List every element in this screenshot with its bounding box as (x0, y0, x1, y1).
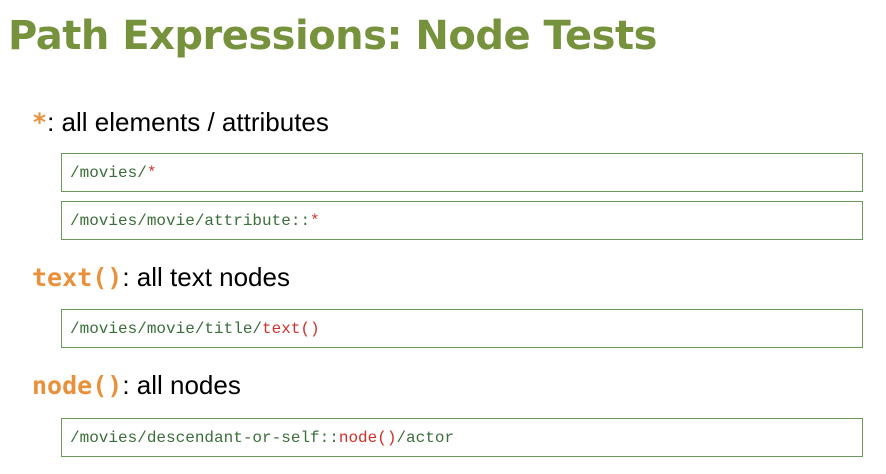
code-highlight: * (310, 211, 320, 230)
code-example-box: /movies/descendant-or-self:: node()/actor (61, 418, 863, 457)
code-example-box: /movies/movie/attribute:: * (61, 201, 863, 240)
section-heading-text: text(): all text nodes (32, 260, 290, 295)
heading-description: all nodes (129, 370, 241, 400)
code-highlight: text() (262, 319, 320, 338)
code-suffix: /actor (396, 428, 455, 447)
code-example-box: /movies/movie/title/text() (61, 309, 863, 348)
heading-separator: : (122, 370, 130, 400)
code-highlight: * (146, 163, 157, 182)
code-highlight: node() (338, 428, 397, 447)
code-prefix: /movies/ (70, 163, 147, 182)
code-prefix: /movies/movie/title/ (70, 319, 263, 338)
wildcard-token: * (32, 108, 48, 137)
heading-description: all elements / attributes (54, 107, 329, 137)
slide-title: Path Expressions: Node Tests (8, 13, 657, 59)
heading-separator: : (122, 262, 130, 292)
node-function-token: node() (32, 371, 123, 400)
section-heading-node: node(): all nodes (32, 368, 241, 403)
text-function-token: text() (32, 263, 123, 292)
code-prefix: /movies/movie/attribute:: (70, 211, 311, 230)
section-heading-wildcard: *: all elements / attributes (32, 105, 329, 140)
heading-description: all text nodes (129, 262, 290, 292)
code-example-box: /movies/* (61, 153, 863, 192)
code-prefix: /movies/descendant-or-self:: (70, 428, 339, 447)
